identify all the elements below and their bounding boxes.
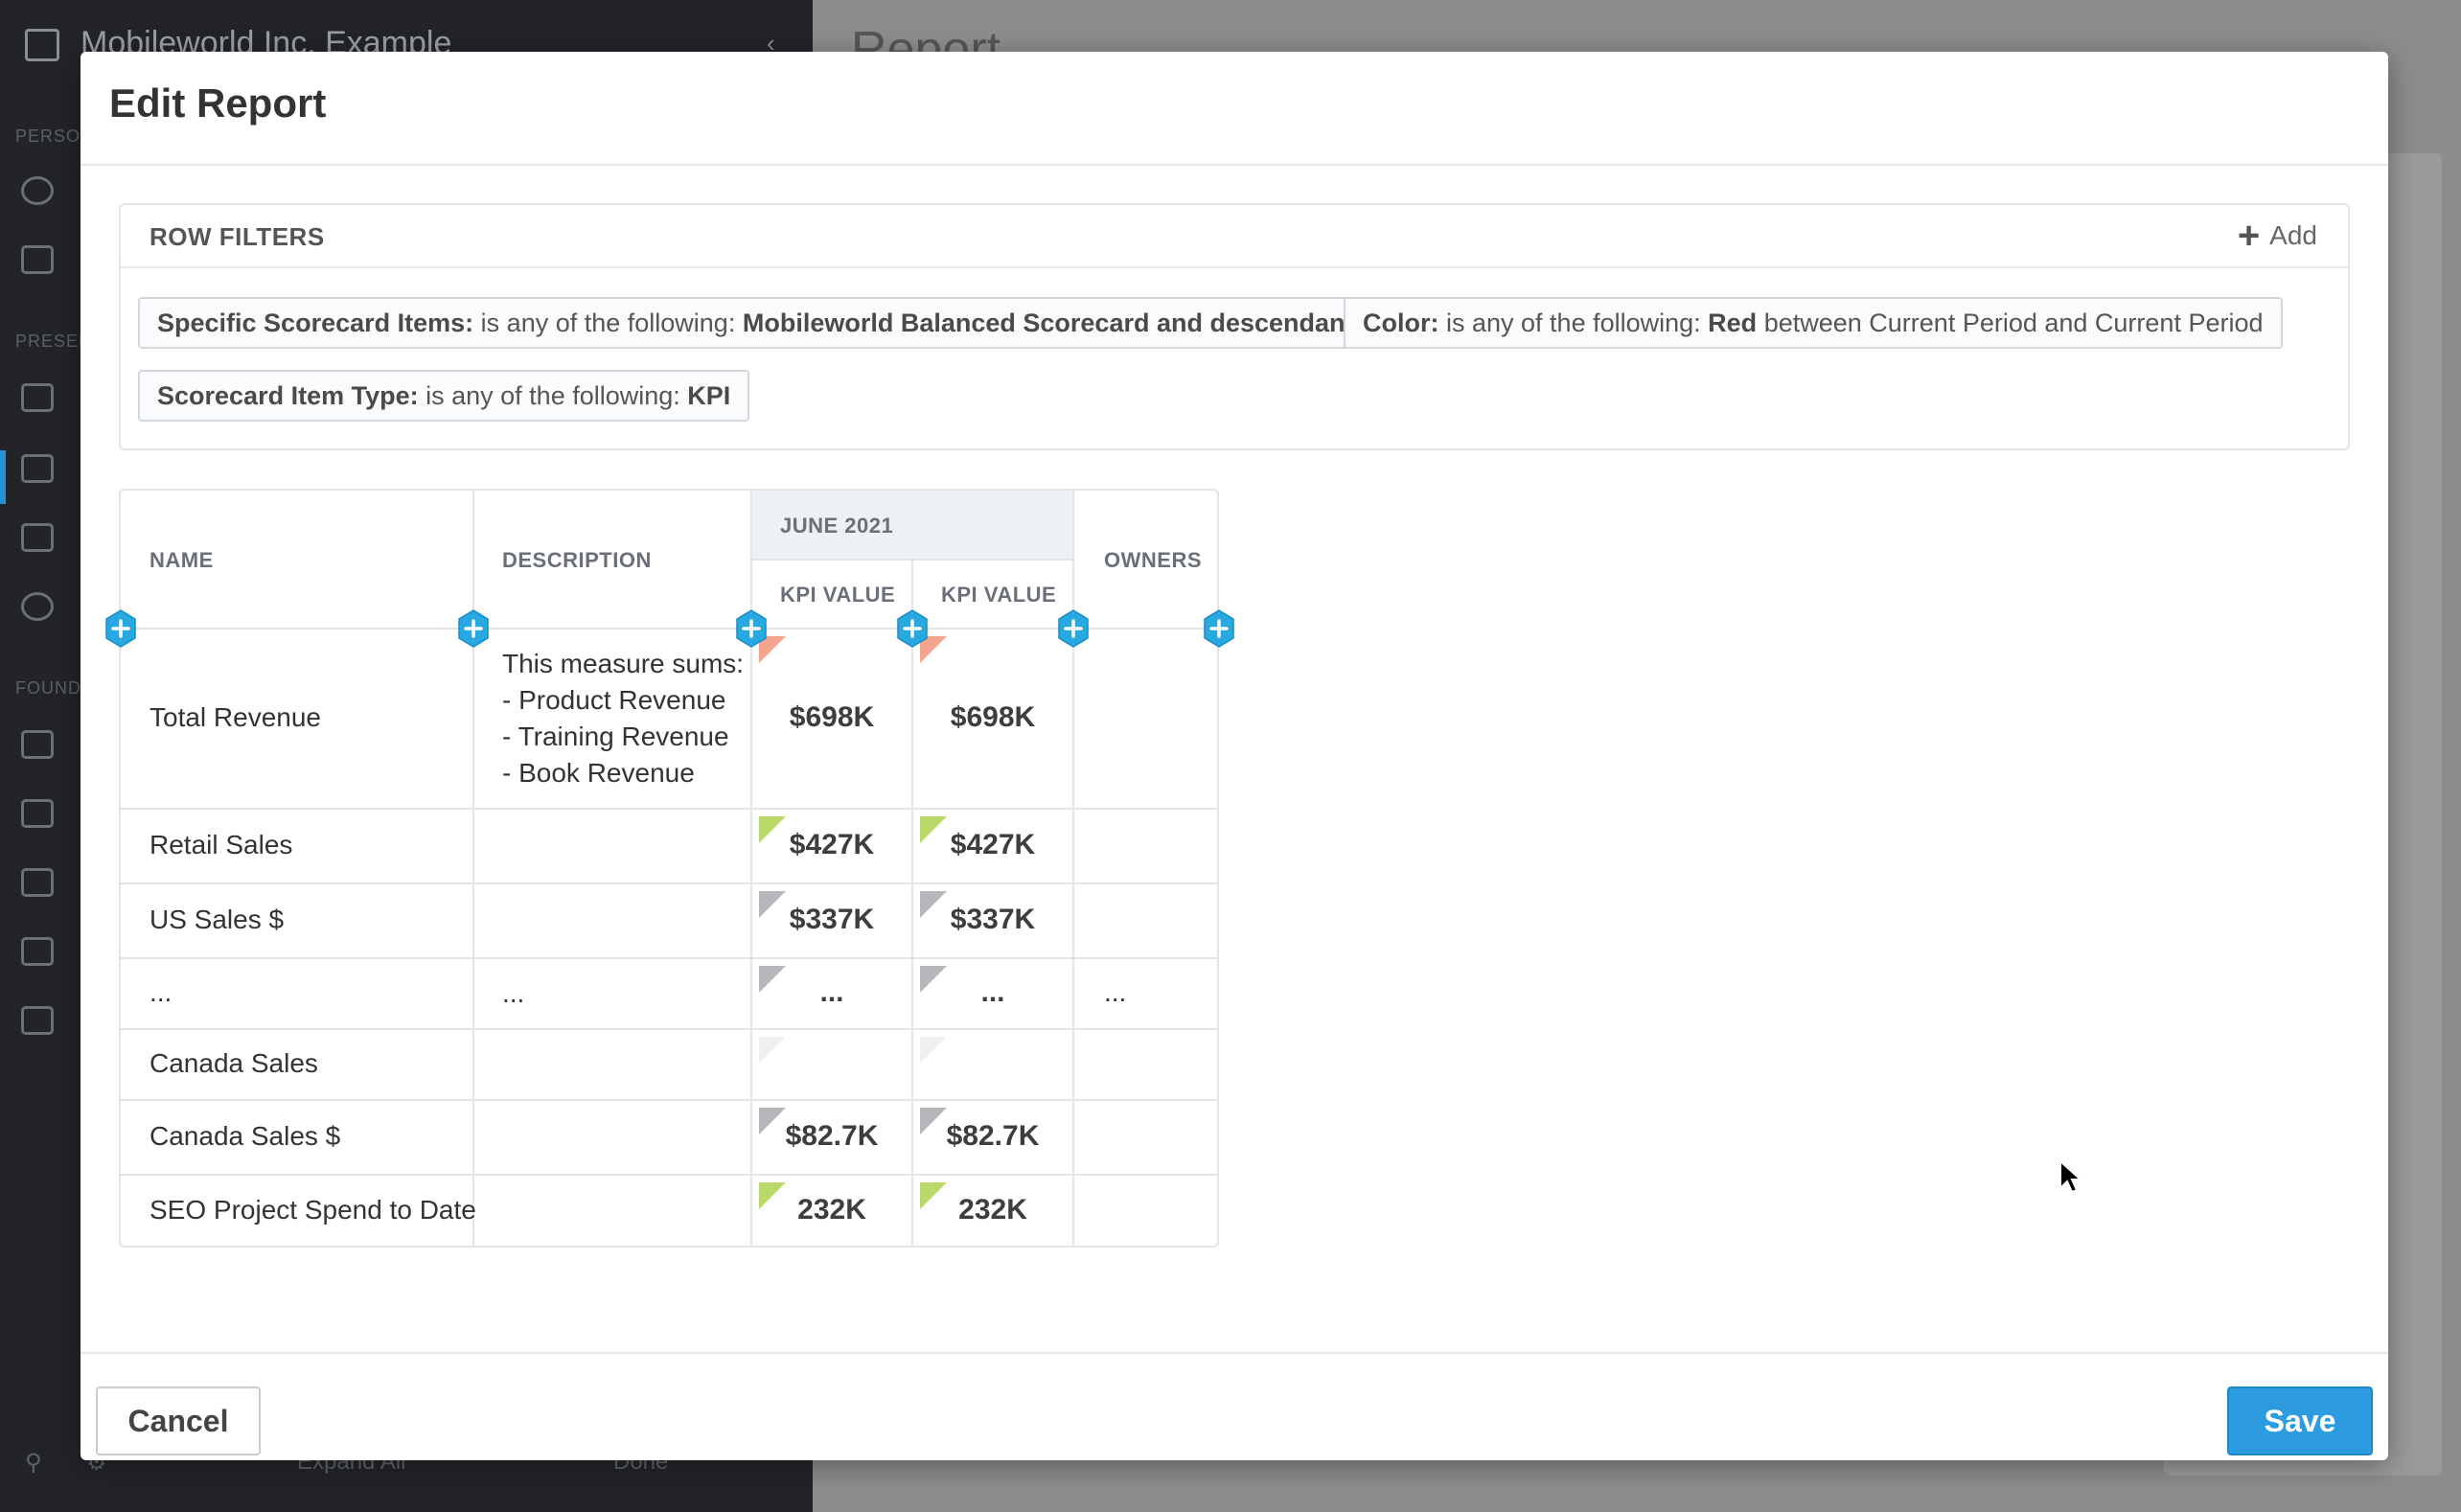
filter-operator: is any of the following:	[426, 380, 680, 410]
kpi-value: $698K	[950, 701, 1036, 733]
filter-chip-item-type[interactable]: Scorecard Item Type: is any of the follo…	[138, 370, 750, 422]
row-name: Canada Sales $	[150, 1121, 341, 1151]
row-name: US Sales $	[150, 905, 285, 934]
dialog-header: Edit Report	[80, 52, 2388, 166]
edit-report-dialog: Edit Report ROW FILTERS + Add Specific S…	[80, 52, 2388, 1460]
filter-operator: is any of the following:	[1446, 308, 1701, 337]
column-divider	[472, 491, 474, 1248]
report-icon	[21, 454, 54, 483]
row-description: ...	[502, 975, 524, 1012]
active-nav-indicator	[0, 450, 6, 504]
kpi-value: $337K	[789, 904, 875, 935]
mouse-cursor-icon	[2058, 1158, 2083, 1201]
column-header-name[interactable]: NAME	[150, 548, 214, 573]
filter-chip-scorecard-items[interactable]: Specific Scorecard Items: is any of the …	[138, 297, 1388, 349]
search-icon: ⚲	[25, 1450, 42, 1476]
description-line: This measure sums:	[502, 649, 745, 678]
kpi-value: $427K	[789, 829, 875, 860]
kpi-value: $698K	[789, 701, 875, 733]
description-line: - Book Revenue	[502, 758, 695, 788]
organization-icon	[25, 29, 59, 61]
report-table: NAME DESCRIPTION JUNE 2021 KPI VALUE KPI…	[105, 489, 1234, 1248]
dialog-footer: Cancel Save	[80, 1352, 2388, 1462]
book-icon	[21, 383, 54, 412]
row-name: SEO Project Spend to Date	[150, 1195, 476, 1225]
row-divider	[121, 808, 1219, 810]
kpi-value: $82.7K	[946, 1120, 1040, 1152]
edit-icon	[21, 937, 54, 966]
filter-field: Color:	[1363, 308, 1439, 337]
add-column-icon[interactable]	[735, 609, 768, 648]
cancel-button[interactable]: Cancel	[96, 1386, 261, 1455]
kpi-value: 232K	[797, 1194, 866, 1226]
filter-suffix: between Current Period and Current Perio…	[1763, 308, 2264, 337]
add-column-icon[interactable]	[1057, 609, 1090, 648]
row-divider	[121, 957, 1219, 959]
kpi-value: ...	[819, 976, 844, 1008]
grid-icon	[21, 730, 54, 759]
add-filter-button[interactable]: + Add	[2237, 215, 2317, 257]
add-filter-label: Add	[2269, 220, 2317, 250]
filter-field: Scorecard Item Type:	[157, 380, 419, 410]
row-divider	[121, 882, 1219, 884]
kpi-value: $82.7K	[785, 1120, 879, 1152]
document-icon	[21, 1006, 54, 1035]
filter-field: Specific Scorecard Items:	[157, 308, 474, 337]
kpi-value: ...	[980, 976, 1005, 1008]
group-header-bg	[912, 491, 1073, 560]
add-column-icon[interactable]	[457, 609, 490, 648]
row-filters-panel: ROW FILTERS + Add Specific Scorecard Ite…	[119, 203, 2350, 450]
star-icon	[21, 245, 54, 274]
dialog-title: Edit Report	[109, 80, 327, 126]
add-column-icon[interactable]	[104, 609, 137, 648]
row-name: Canada Sales	[150, 1048, 318, 1078]
row-filters-header: ROW FILTERS + Add	[121, 205, 2348, 268]
add-column-icon[interactable]	[896, 609, 929, 648]
column-header-description[interactable]: DESCRIPTION	[502, 548, 652, 573]
save-button[interactable]: Save	[2227, 1386, 2373, 1455]
pie-chart-icon	[21, 592, 54, 621]
filter-value: Red	[1708, 308, 1758, 337]
description-line: - Product Revenue	[502, 685, 726, 715]
status-flag-icon	[759, 1037, 786, 1064]
checkbox-icon	[21, 799, 54, 828]
row-divider	[121, 1099, 1219, 1101]
plus-icon: +	[2237, 215, 2261, 257]
column-group-header-june-2021[interactable]: JUNE 2021	[780, 514, 893, 538]
description-line: ...	[502, 978, 525, 1008]
kpi-value: 232K	[958, 1194, 1027, 1226]
row-filters-title: ROW FILTERS	[150, 222, 325, 251]
row-divider	[121, 628, 1219, 630]
filter-chip-color[interactable]: Color: is any of the following: Red betw…	[1344, 297, 2283, 349]
list-icon	[21, 523, 54, 552]
add-column-icon[interactable]	[1203, 609, 1235, 648]
row-name: ...	[150, 977, 172, 1007]
description-line: - Training Revenue	[502, 722, 729, 751]
cube-icon	[21, 868, 54, 897]
row-divider	[121, 1174, 1219, 1176]
row-name: Retail Sales	[150, 830, 293, 859]
filter-operator: is any of the following:	[480, 308, 736, 337]
row-owners: ...	[1104, 977, 1127, 1007]
user-icon	[21, 176, 54, 205]
column-header-kpi-value-2[interactable]: KPI VALUE	[941, 583, 1056, 607]
column-header-kpi-value-1[interactable]: KPI VALUE	[780, 583, 895, 607]
row-name: Total Revenue	[150, 702, 322, 732]
filter-value: KPI	[687, 380, 731, 410]
status-flag-icon	[920, 1037, 947, 1064]
column-header-owners[interactable]: OWNERS	[1104, 548, 1202, 573]
row-description: This measure sums: - Product Revenue - Tra…	[502, 646, 744, 791]
kpi-value: $427K	[950, 829, 1036, 860]
kpi-value: $337K	[950, 904, 1036, 935]
filter-value: Mobileworld Balanced Scorecard and desce…	[742, 308, 1368, 337]
row-divider	[121, 1028, 1219, 1030]
group-divider	[751, 559, 1073, 561]
